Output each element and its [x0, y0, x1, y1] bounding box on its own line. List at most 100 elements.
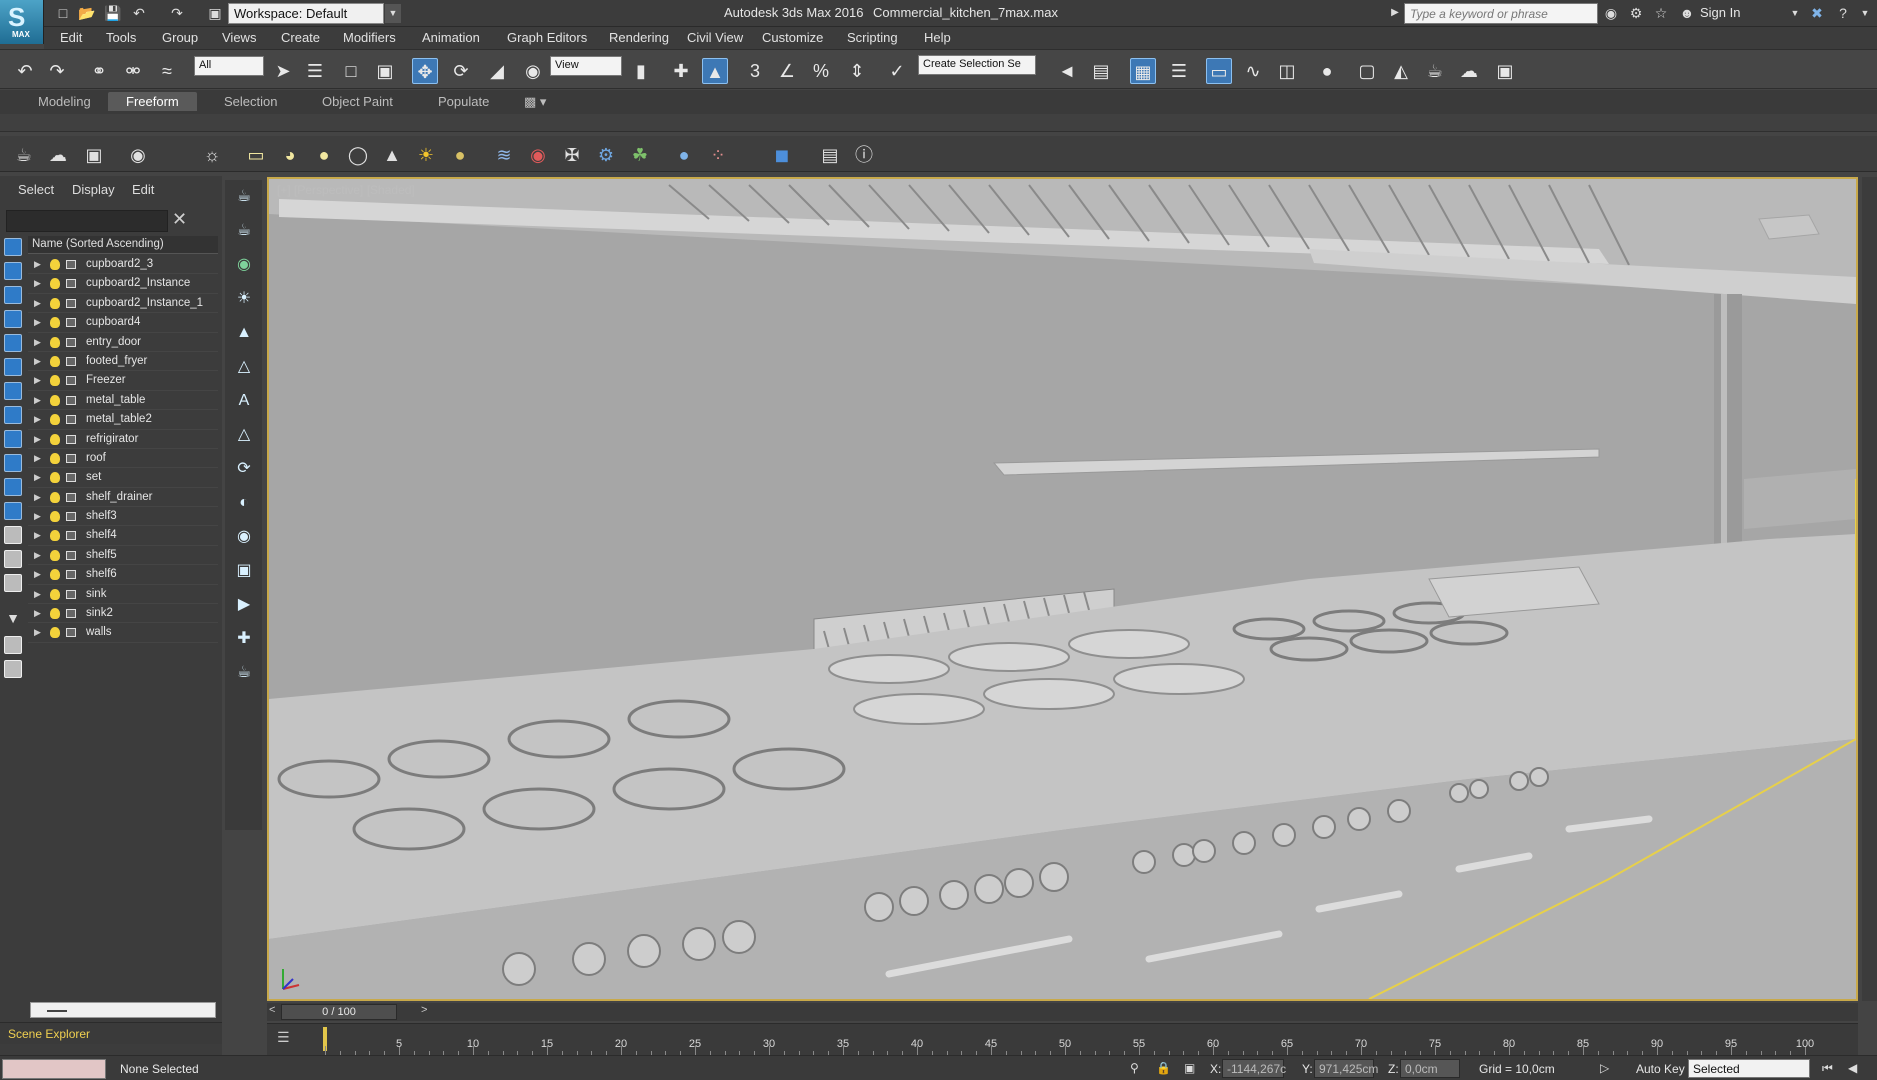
render-production-icon[interactable]: ☕	[1422, 58, 1448, 84]
select-by-name-icon[interactable]: ☰	[302, 58, 328, 84]
search-arrow-icon[interactable]: ▶	[1386, 4, 1404, 22]
isolate-selection-icon[interactable]: ⚲	[1130, 1061, 1139, 1075]
freeze-icon[interactable]	[66, 415, 76, 425]
sync-selection-icon[interactable]	[4, 636, 22, 654]
undo-icon[interactable]: ↶	[12, 58, 38, 84]
go-to-start-icon[interactable]: ⏮	[1822, 1061, 1833, 1076]
selection-filter-dropdown[interactable]: All	[194, 56, 264, 76]
list-item[interactable]: ▶ shelf5	[28, 546, 218, 566]
expand-icon[interactable]: ▶	[34, 546, 41, 565]
list-item[interactable]: ▶ set	[28, 468, 218, 488]
binoculars-icon[interactable]: ◉	[1602, 4, 1620, 22]
project-folder-icon[interactable]: ▣	[206, 4, 224, 22]
teapot-icon[interactable]: ☕	[12, 143, 36, 167]
pivot-center-icon[interactable]: ▮	[628, 58, 654, 84]
shapes-icon[interactable]: ☁	[46, 143, 70, 167]
lightbulb-icon[interactable]	[50, 569, 60, 581]
display-lights-icon[interactable]	[4, 310, 22, 328]
lightbulb-icon[interactable]	[50, 549, 60, 561]
bind-space-warp-icon[interactable]: ≈	[154, 58, 180, 84]
angle-snap-icon[interactable]: ∠	[774, 58, 800, 84]
menu-tools[interactable]: Tools	[106, 30, 136, 45]
grid-icon[interactable]: ✚	[233, 628, 255, 650]
previous-key-icon[interactable]: ◀	[1848, 1061, 1857, 1075]
display-xrefs-icon[interactable]	[4, 430, 22, 448]
undo-icon[interactable]: ↶	[130, 4, 148, 22]
unlink-icon[interactable]: ⚮	[120, 58, 146, 84]
auto-key-button[interactable]: Auto Key	[1636, 1062, 1685, 1076]
lightbulb-icon[interactable]	[50, 317, 60, 329]
list-item[interactable]: ▶ sink2	[28, 604, 218, 624]
list-item[interactable]: ▶ cupboard2_Instance	[28, 274, 218, 294]
list-item[interactable]: ▶ shelf6	[28, 565, 218, 585]
a360-gallery-icon[interactable]: ▣	[1492, 58, 1518, 84]
geosphere-icon[interactable]: ◯	[346, 143, 370, 167]
expand-icon[interactable]: ▶	[34, 294, 41, 313]
edit-named-selection-icon[interactable]: ✓	[884, 58, 910, 84]
helpers-icon[interactable]: ◉	[526, 143, 550, 167]
lightbulb-icon[interactable]	[50, 394, 60, 406]
y-coord-field[interactable]: 971,425cm	[1314, 1059, 1378, 1078]
list-item[interactable]: ▶ walls	[28, 623, 218, 643]
time-slider-thumb[interactable]: 0 / 100	[281, 1004, 397, 1020]
percent-snap-icon[interactable]: %	[808, 58, 834, 84]
expand-icon[interactable]: ▶	[34, 352, 41, 371]
hemisphere-icon[interactable]: ◕	[278, 143, 302, 167]
lightbulb-icon[interactable]	[50, 336, 60, 348]
expand-icon[interactable]: ▶	[34, 604, 41, 623]
render-setup-icon[interactable]: ▢	[1354, 58, 1380, 84]
list-item[interactable]: ▶ Freezer	[28, 371, 218, 391]
sign-in-button[interactable]: Sign In	[1700, 5, 1740, 20]
space-warps-icon[interactable]: ✠	[560, 143, 584, 167]
select-object-icon[interactable]: ➤	[270, 58, 296, 84]
freeze-icon[interactable]	[66, 512, 76, 522]
expand-icon[interactable]: ▶	[34, 623, 41, 642]
create-geometry-icon[interactable]: ☕	[233, 186, 255, 208]
list-item[interactable]: ▶ shelf3	[28, 507, 218, 527]
menu-graph-editors[interactable]: Graph Editors	[507, 30, 587, 45]
freeze-icon[interactable]	[66, 395, 76, 405]
communication-center-icon[interactable]: ⚙	[1627, 4, 1645, 22]
save-icon[interactable]: 💾	[104, 4, 122, 22]
display-containers-icon[interactable]	[4, 478, 22, 496]
lightbulb-icon[interactable]	[50, 472, 60, 484]
perspective-viewport[interactable]: [+] [Perspective] [Shaded]	[267, 177, 1858, 1001]
app-logo-button[interactable]: S MAX	[0, 0, 44, 44]
menu-customize[interactable]: Customize	[762, 30, 823, 45]
snaps-toggle-icon[interactable]: 3	[742, 58, 768, 84]
named-selection-dropdown[interactable]: Create Selection Se	[918, 55, 1036, 75]
layer-explorer-icon[interactable]: ▦	[1130, 58, 1156, 84]
particle-icon[interactable]: ◐	[233, 492, 255, 514]
lightbulb-icon[interactable]	[50, 452, 60, 464]
window-crossing-icon[interactable]: ▣	[372, 58, 398, 84]
lightbulb-icon[interactable]	[50, 608, 60, 620]
trees-icon[interactable]: ▲	[233, 322, 255, 344]
lights-icon[interactable]: ◉	[126, 143, 150, 167]
list-item[interactable]: ▶ metal_table	[28, 391, 218, 411]
list-item[interactable]: ▶ metal_table2	[28, 410, 218, 430]
favorites-star-icon[interactable]: ☆	[1652, 4, 1670, 22]
align-icon[interactable]: ▤	[1088, 58, 1114, 84]
menu-rendering[interactable]: Rendering	[609, 30, 669, 45]
sun-icon[interactable]: ☀	[414, 143, 438, 167]
expand-icon[interactable]: ▶	[34, 274, 41, 293]
menu-civil-view[interactable]: Civil View	[687, 30, 743, 45]
filter-icon[interactable]: ▼	[4, 610, 22, 628]
z-coord-field[interactable]: 0,0cm	[1400, 1059, 1460, 1078]
sign-in-chevron-icon[interactable]: ▼	[1786, 4, 1804, 22]
deform-icon[interactable]: △	[233, 424, 255, 446]
spinner-snap-icon[interactable]: ⇕	[844, 58, 870, 84]
select-manipulate-icon[interactable]: ✚	[668, 58, 694, 84]
menu-create[interactable]: Create	[281, 30, 320, 45]
reference-coordinate-dropdown[interactable]: View	[550, 56, 622, 76]
freeze-icon[interactable]	[66, 550, 76, 560]
explorer-search-input[interactable]	[6, 210, 168, 232]
select-and-move-icon[interactable]: ✥	[412, 58, 438, 84]
freeze-icon[interactable]	[66, 473, 76, 483]
lightbulb-icon[interactable]	[50, 511, 60, 523]
freeze-icon[interactable]	[66, 628, 76, 638]
freeze-icon[interactable]	[66, 298, 76, 308]
select-and-rotate-icon[interactable]: ⟳	[448, 58, 474, 84]
display-hidden-icon[interactable]	[4, 526, 22, 544]
explorer-scrollbar[interactable]	[30, 1002, 216, 1018]
